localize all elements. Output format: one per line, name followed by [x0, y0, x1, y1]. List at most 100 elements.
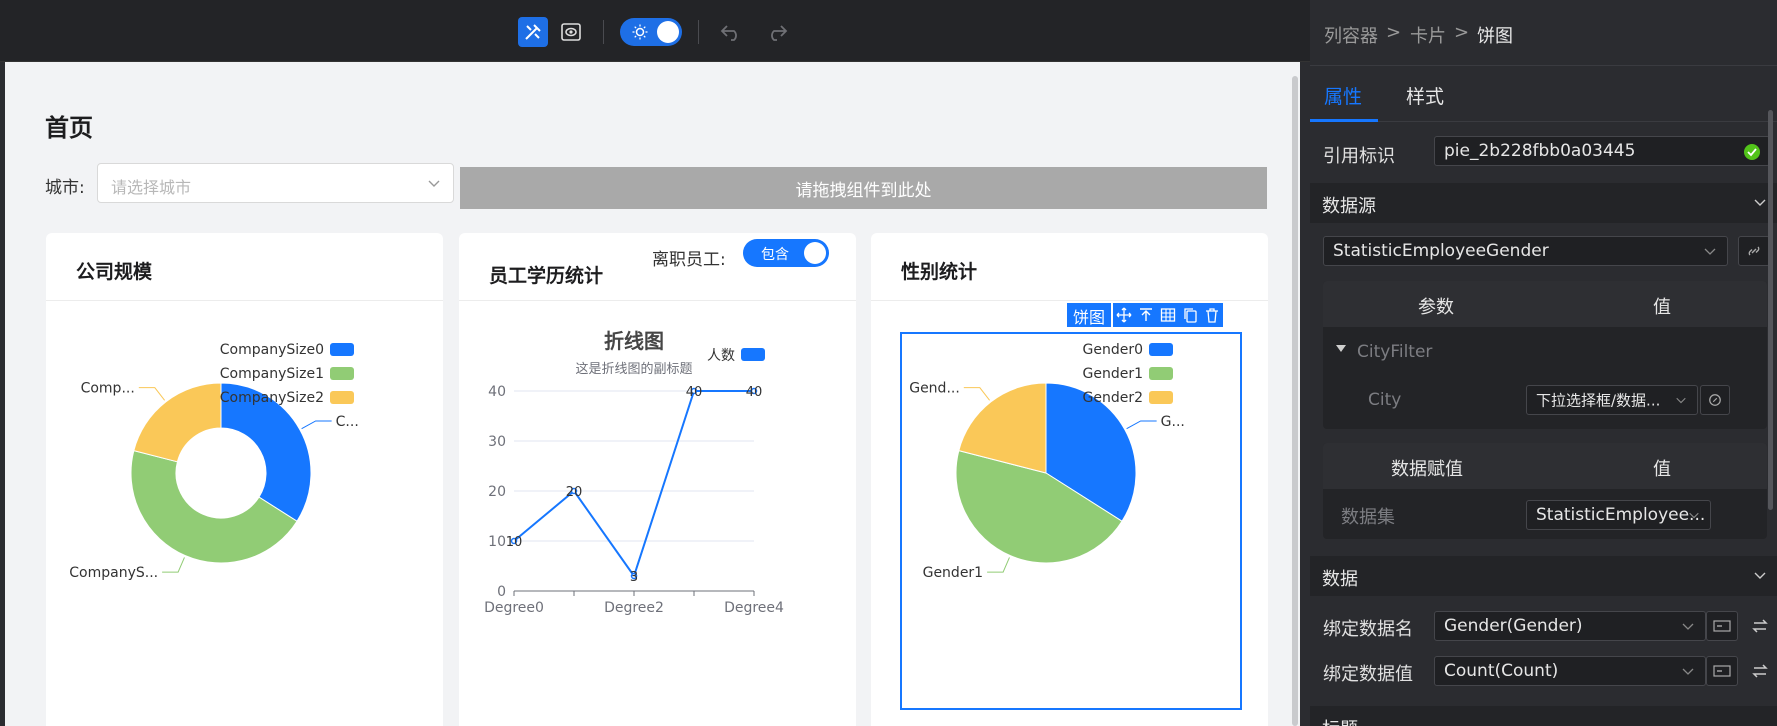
x-tick-label: Degree0 [484, 600, 544, 616]
bind-value-value: Count(Count) [1444, 661, 1559, 681]
breadcrumb-current: 饼图 [1477, 26, 1513, 47]
preview-eye-icon[interactable] [556, 17, 586, 47]
table-header: 值 [1653, 459, 1671, 480]
toolbar-divider [698, 20, 699, 44]
breadcrumb-item[interactable]: 列容器 [1324, 22, 1378, 48]
gender-pie-chart[interactable]: G... Gender1 Gend... Gender0 Gender1 Gender2 [871, 301, 1268, 726]
city-select[interactable]: 请选择城市 [97, 163, 454, 203]
card-education[interactable]: 员工学历统计 离职员工: 包含 折线图 这是折线图的副标题 人数 0 10 20 30 40 D… [459, 233, 856, 726]
section-data[interactable]: 数据 [1310, 556, 1777, 596]
chevron-down-icon [1676, 397, 1686, 404]
datasource-select[interactable]: StatisticEmployeeGender [1323, 236, 1728, 266]
link-icon [1748, 246, 1760, 256]
toolbar-divider [603, 20, 604, 44]
breadcrumb: 列容器 > 卡片 > 饼图 [1310, 0, 1777, 66]
city-select-placeholder: 请选择城市 [111, 178, 192, 197]
top-toolbar [0, 0, 1310, 62]
table-header: 参数 [1418, 297, 1454, 318]
data-label: 40 [746, 385, 763, 400]
bind-name-input-mode-button[interactable] [1706, 611, 1738, 641]
y-tick-label: 0 [497, 584, 506, 600]
param-group-label: CityFilter [1357, 342, 1433, 362]
y-tick-label: 20 [488, 484, 506, 500]
swap-icon[interactable] [1751, 662, 1769, 680]
pie-label: G... [1161, 414, 1185, 430]
legend-label: 人数 [707, 348, 735, 364]
breadcrumb-item[interactable]: 卡片 [1410, 22, 1446, 48]
tab-properties[interactable]: 属性 [1324, 82, 1362, 109]
legend-swatch [1149, 367, 1173, 380]
table-header: 数据赋值 [1391, 459, 1463, 480]
bind-value-input-mode-button[interactable] [1706, 656, 1738, 686]
drop-zone[interactable]: 请拖拽组件到此处 [460, 167, 1267, 209]
education-line-chart[interactable]: 折线图这是折线图的副标题人数 0 10 20 30 40 Degree0 Degree2 Deg… [459, 301, 856, 726]
pie-label: Gend... [909, 381, 960, 397]
data-label: 10 [506, 535, 523, 550]
data-label: 3 [630, 570, 638, 585]
legend-swatch [330, 391, 354, 404]
assign-name: 数据集 [1341, 507, 1395, 528]
undo-icon[interactable] [716, 17, 746, 47]
param-value-select[interactable]: 下拉选择框/数据... [1526, 385, 1698, 415]
panel-tabs: 属性 样式 [1310, 66, 1777, 122]
card-gender[interactable]: 性别统计 饼图 G... Gender1 Gend... Gender0 Gender1… [871, 233, 1268, 726]
bind-name-select[interactable]: Gender(Gender) [1434, 611, 1706, 641]
design-canvas: 首页 城市: 请选择城市 请拖拽组件到此处 公司规模 C... CompanyS.… [5, 62, 1300, 726]
ref-id-value: pie_2b228fbb0a03445 [1444, 141, 1636, 161]
redo-icon[interactable] [762, 17, 792, 47]
bind-name-label: 绑定数据名 [1323, 619, 1413, 640]
datasource-link-button[interactable] [1738, 236, 1770, 266]
card-title: 性别统计 [901, 261, 978, 283]
card-title: 员工学历统计 [489, 265, 604, 287]
pie-label-line [963, 387, 991, 401]
y-tick-label: 30 [488, 434, 506, 450]
caret-down-icon[interactable] [1335, 344, 1347, 354]
chevron-down-icon [1682, 668, 1694, 675]
company-size-donut-chart[interactable]: C... CompanyS... Comp... CompanySize0 Compan… [46, 301, 443, 726]
assign-value-select[interactable]: StatisticEmployee... [1526, 500, 1711, 530]
pie-label-line [162, 557, 185, 573]
card-company-size[interactable]: 公司规模 C... CompanyS... Comp... CompanySize0 C… [46, 233, 443, 726]
sun-icon [632, 24, 648, 40]
canvas-scrollbar[interactable] [1292, 76, 1298, 726]
data-label: 20 [566, 485, 583, 500]
y-tick-label: 40 [488, 384, 506, 400]
chevron-down-icon [1689, 512, 1699, 519]
param-link-button[interactable] [1700, 385, 1730, 415]
section-datasource[interactable]: 数据源 [1310, 183, 1777, 223]
resign-filter-label: 离职员工: [652, 250, 726, 270]
resign-include-toggle[interactable]: 包含 [743, 239, 829, 267]
pie-label: C... [336, 414, 359, 430]
legend-swatch [330, 367, 354, 380]
tab-style[interactable]: 样式 [1406, 82, 1444, 109]
link-icon [1709, 394, 1721, 406]
city-filter-label: 城市: [45, 178, 85, 198]
assign-value: StatisticEmployee... [1536, 505, 1706, 525]
input-field-icon [1713, 620, 1731, 632]
swap-icon[interactable] [1751, 617, 1769, 635]
breadcrumb-separator: > [1454, 22, 1470, 43]
ref-id-label: 引用标识 [1323, 146, 1395, 167]
chevron-down-icon [1754, 572, 1766, 579]
theme-toggle[interactable] [620, 18, 682, 46]
section-title-settings[interactable]: 标题 [1310, 706, 1777, 726]
table-header: 值 [1653, 297, 1671, 318]
datasource-value: StatisticEmployeeGender [1333, 241, 1549, 261]
chevron-down-icon [1704, 248, 1716, 255]
bind-value-select[interactable]: Count(Count) [1434, 656, 1706, 686]
section-title: 数据 [1322, 569, 1358, 590]
assign-table: 数据赋值 值 数据集 StatisticEmployee... [1323, 443, 1767, 539]
ref-id-field[interactable]: pie_2b228fbb0a03445 [1434, 136, 1770, 166]
pie-label: CompanyS... [69, 565, 158, 581]
panel-scrollbar[interactable] [1768, 110, 1773, 510]
x-tick-label: Degree2 [604, 600, 664, 616]
properties-panel: 列容器 > 卡片 > 饼图 属性 样式 引用标识 pie_2b228fbb0a0… [1310, 0, 1777, 726]
legend-swatch [1149, 343, 1173, 356]
legend-label: Gender0 [1083, 342, 1144, 358]
legend-label: Gender2 [1083, 390, 1144, 406]
input-field-icon [1713, 665, 1731, 677]
legend-label: CompanySize1 [220, 366, 324, 382]
page-title: 首页 [45, 114, 93, 142]
section-title: 数据源 [1322, 196, 1376, 217]
design-mode-icon[interactable] [518, 17, 548, 47]
